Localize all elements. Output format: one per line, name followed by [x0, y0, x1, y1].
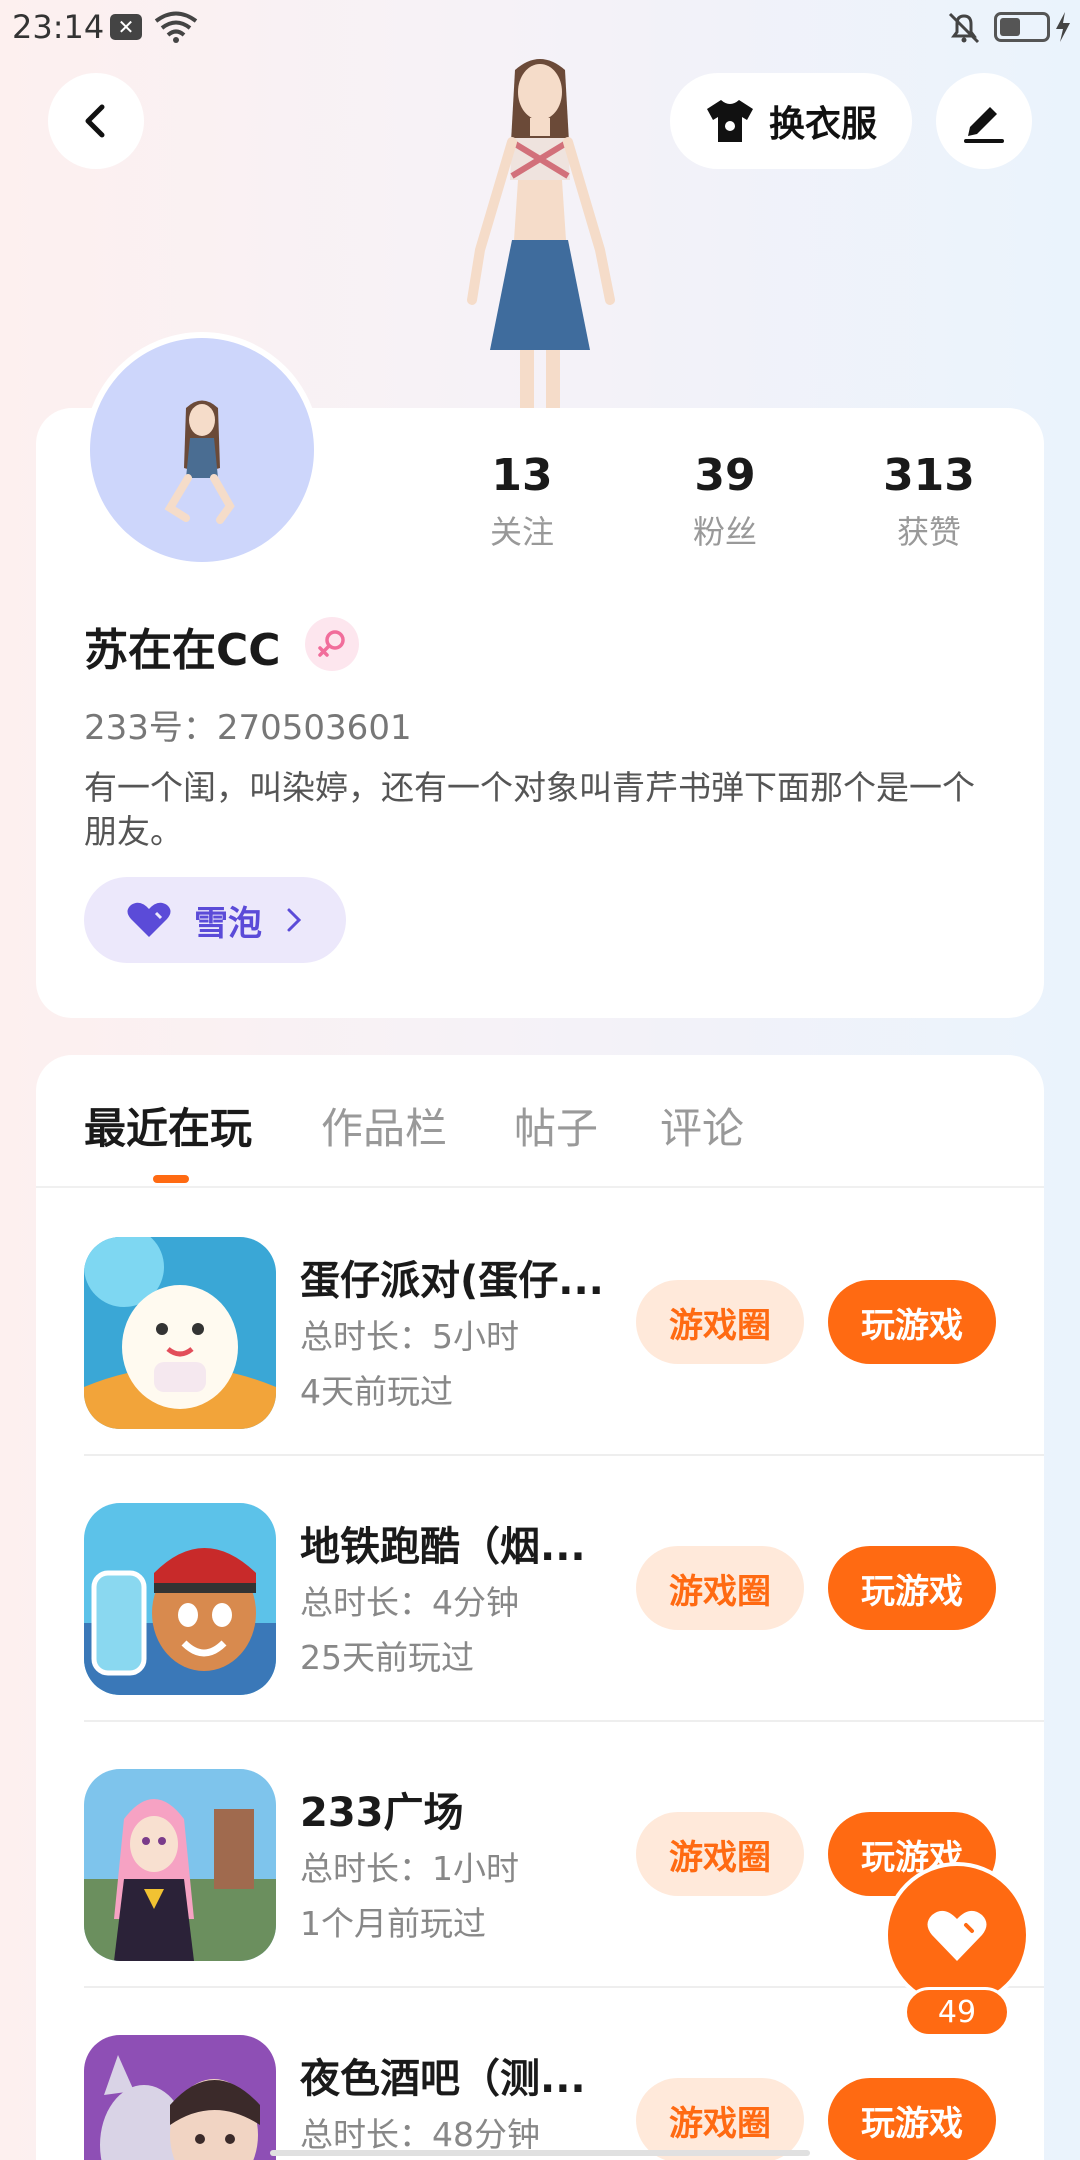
stat-following[interactable]: 13 关注: [442, 450, 602, 553]
game-circle-button[interactable]: 游戏圈: [636, 1812, 804, 1896]
game-duration: 总时长：4分钟: [300, 1583, 519, 1622]
stat-followers-label: 粉丝: [692, 513, 757, 551]
stat-likes-count: 313: [883, 450, 975, 501]
change-outfit-button[interactable]: 换衣服: [670, 73, 912, 169]
tab-recent-play[interactable]: 最近在玩: [84, 1095, 252, 1156]
game-circle-button[interactable]: 游戏圈: [636, 1280, 804, 1364]
game-title: 地铁跑酷（烟...: [300, 1524, 586, 1570]
snow-bubble-label: 雪泡: [194, 903, 262, 944]
stat-likes[interactable]: 313 获赞: [849, 450, 1009, 553]
game-title: 夜色酒吧（测...: [300, 2056, 586, 2102]
game-last-played: 25天前玩过: [300, 1638, 474, 1677]
tab-indicator: [153, 1175, 189, 1183]
tab-comments[interactable]: 评论: [660, 1095, 744, 1156]
status-time: 23:14: [12, 8, 105, 46]
like-count: 49: [904, 1987, 1010, 2037]
game-row[interactable]: 地铁跑酷（烟... 总时长：4分钟 25天前玩过 游戏圈 玩游戏: [84, 1456, 1044, 1722]
game-title: 蛋仔派对(蛋仔...: [300, 1258, 600, 1304]
game-row[interactable]: 夜色酒吧（测... 总时长：48分钟 游戏圈 玩游戏: [84, 1988, 1044, 2160]
heart-icon: [927, 1910, 987, 1961]
avatar-3d-figure[interactable]: [420, 50, 660, 410]
back-button[interactable]: [48, 73, 144, 169]
chevron-left-icon: [85, 104, 105, 138]
status-bar: 23:14 ✕: [0, 0, 1080, 56]
x-box-icon: ✕: [110, 14, 142, 40]
avatar[interactable]: [84, 332, 320, 568]
game-row[interactable]: 蛋仔派对(蛋仔... 总时长：5小时 4天前玩过 游戏圈 玩游戏: [84, 1190, 1044, 1456]
tshirt-icon: [706, 100, 753, 142]
stat-followers[interactable]: 39 粉丝: [645, 450, 805, 553]
game-duration: 总时长：48分钟: [300, 2115, 540, 2154]
home-indicator[interactable]: [270, 2150, 810, 2156]
user-id: 233号：270503601: [84, 708, 412, 748]
avatar-figure-icon: [164, 400, 235, 524]
game-icon-233-plaza[interactable]: [84, 1769, 276, 1961]
stat-following-count: 13: [491, 450, 553, 501]
game-icon-eggy-party[interactable]: [84, 1237, 276, 1429]
game-last-played: 1个月前玩过: [300, 1904, 486, 1943]
change-outfit-label: 换衣服: [768, 104, 877, 145]
game-last-played: 4天前玩过: [300, 1372, 453, 1411]
tab-bar: 最近在玩 作品栏 帖子 评论: [36, 1055, 1044, 1188]
play-game-button[interactable]: 玩游戏: [828, 1546, 996, 1630]
game-title: 233广场: [300, 1790, 464, 1836]
recent-games-panel: 最近在玩 作品栏 帖子 评论 蛋仔派对(蛋仔... 总时长：5小时 4天前玩过 …: [36, 1055, 1044, 2160]
wifi-icon: [154, 11, 198, 43]
battery-icon: [994, 12, 1050, 42]
username: 苏在在CC: [84, 625, 281, 676]
tab-posts[interactable]: 帖子: [514, 1095, 598, 1156]
play-game-button[interactable]: 玩游戏: [828, 2078, 996, 2160]
snow-bubble-button[interactable]: 雪泡: [84, 877, 346, 963]
game-duration: 总时长：5小时: [300, 1317, 519, 1356]
charging-icon: [1056, 12, 1070, 42]
female-icon: [305, 617, 359, 671]
game-circle-button[interactable]: 游戏圈: [636, 2078, 804, 2160]
game-icon-night-bar[interactable]: [84, 2035, 276, 2160]
game-circle-button[interactable]: 游戏圈: [636, 1546, 804, 1630]
tab-works[interactable]: 作品栏: [321, 1095, 447, 1156]
edit-profile-button[interactable]: [936, 73, 1032, 169]
bio: 有一个闺，叫染婷，还有一个对象叫青芹书弹下面那个是一个朋友。: [84, 768, 975, 851]
bell-muted-icon: [948, 12, 980, 44]
chevron-right-icon: [287, 908, 302, 932]
heart-icon: [127, 902, 171, 937]
game-icon-subway-surfers[interactable]: [84, 1503, 276, 1695]
stat-following-label: 关注: [489, 513, 554, 551]
game-duration: 总时长：1小时: [300, 1849, 519, 1888]
stat-followers-count: 39: [694, 450, 756, 501]
stat-likes-label: 获赞: [896, 513, 961, 551]
play-game-button[interactable]: 玩游戏: [828, 1280, 996, 1364]
pencil-icon: [964, 107, 1004, 143]
